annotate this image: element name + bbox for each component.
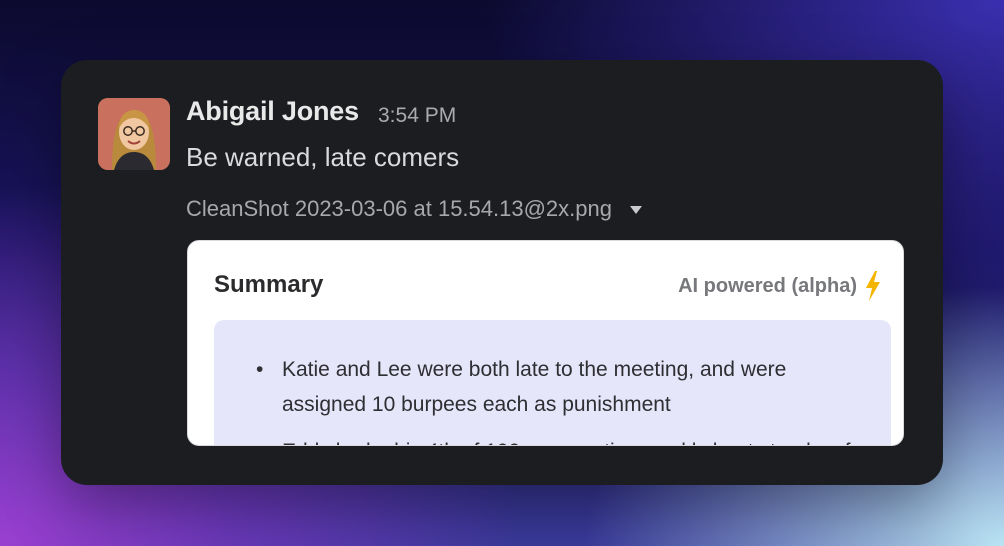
image-preview[interactable]: Summary AI powered (alpha) Katie and Lee… xyxy=(187,240,904,446)
summary-box: Katie and Lee were both late to the meet… xyxy=(214,320,891,445)
summary-bullet: Katie and Lee were both late to the meet… xyxy=(256,352,866,422)
attachment-toggle[interactable]: CleanShot 2023-03-06 at 15.54.13@2x.png xyxy=(186,196,642,222)
message-card: Abigail Jones 3:54 PM Be warned, late co… xyxy=(61,60,943,485)
summary-bullet-list: Katie and Lee were both late to the meet… xyxy=(256,352,866,445)
summary-bullet: Eddy broke his 4th of 100 consecutive we… xyxy=(256,434,866,445)
lightning-bolt-icon xyxy=(865,271,881,301)
attachment-filename[interactable]: CleanShot 2023-03-06 at 15.54.13@2x.png xyxy=(186,196,612,222)
summary-title: Summary xyxy=(214,271,324,298)
timestamp[interactable]: 3:54 PM xyxy=(378,104,456,128)
ai-badge-label: AI powered (alpha) xyxy=(678,274,857,297)
ai-badge: AI powered (alpha) xyxy=(678,271,881,301)
sender-name[interactable]: Abigail Jones xyxy=(186,96,359,127)
avatar-image xyxy=(98,98,170,170)
chevron-down-icon[interactable] xyxy=(629,206,642,214)
avatar[interactable] xyxy=(98,98,170,170)
message-text: Be warned, late comers xyxy=(186,142,460,172)
